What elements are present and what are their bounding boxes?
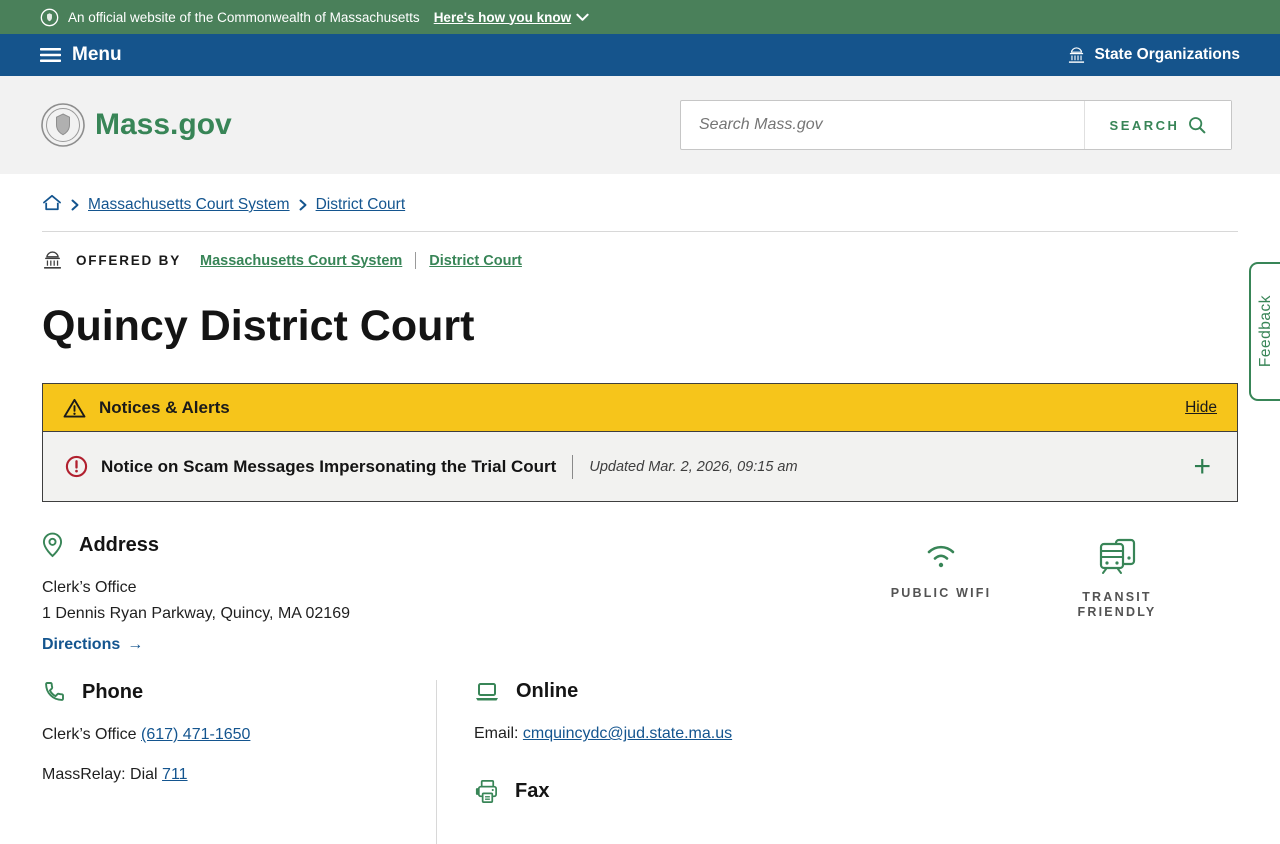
breadcrumb-divider xyxy=(42,231,1238,232)
phone-heading: Phone xyxy=(82,680,144,703)
statehouse-icon xyxy=(1067,46,1086,64)
feedback-label: Feedback xyxy=(1256,295,1274,368)
amenity-transit-friendly: TRANSIT FRIENDLY xyxy=(1052,538,1182,654)
main-navbar: Menu State Organizations xyxy=(0,34,1280,76)
state-organizations-label: State Organizations xyxy=(1094,46,1240,63)
massgov-seal-icon xyxy=(40,102,86,148)
transit-icon xyxy=(1096,538,1138,575)
menu-button[interactable]: Menu xyxy=(40,44,122,66)
official-banner: An official website of the Commonwealth … xyxy=(0,0,1280,34)
site-header: Mass.gov SEARCH xyxy=(0,76,1280,174)
statehouse-icon xyxy=(42,251,63,270)
chevron-down-icon xyxy=(576,13,589,22)
arrow-right-icon: → xyxy=(127,636,144,654)
amenity-label: PUBLIC WIFI xyxy=(890,586,992,601)
online-section: Online Email: cmquincydc@jud.state.ma.us xyxy=(474,680,1238,743)
address-street: 1 Dennis Ryan Parkway, Quincy, MA 02169 xyxy=(42,605,350,623)
home-icon xyxy=(42,194,62,211)
address-lines: Clerk’s Office 1 Dennis Ryan Parkway, Qu… xyxy=(42,575,350,627)
laptop-icon xyxy=(474,681,500,703)
expand-plus-icon[interactable]: + xyxy=(1193,451,1215,482)
official-banner-text: An official website of the Commonwealth … xyxy=(68,9,420,25)
massgov-logo[interactable]: Mass.gov xyxy=(40,102,232,148)
location-pin-icon xyxy=(42,532,63,558)
offered-by: OFFERED BY Massachusetts Court System Di… xyxy=(42,251,1238,270)
amenity-label: TRANSIT FRIENDLY xyxy=(1077,590,1157,620)
phone-icon xyxy=(42,680,66,704)
address-section: Address Clerk’s Office 1 Dennis Ryan Par… xyxy=(42,532,350,654)
heres-how-you-know-link[interactable]: Here's how you know xyxy=(434,10,590,25)
address-office: Clerk’s Office xyxy=(42,579,137,597)
notices-alerts-header: Notices & Alerts Hide xyxy=(43,384,1237,432)
vertical-divider xyxy=(415,252,417,269)
amenity-public-wifi: PUBLIC WIFI xyxy=(876,538,1006,654)
hamburger-icon xyxy=(40,47,61,63)
email-link[interactable]: cmquincydc@jud.state.ma.us xyxy=(523,725,732,742)
breadcrumb: Massachusetts Court System District Cour… xyxy=(42,194,1238,216)
wifi-icon xyxy=(919,538,963,570)
directions-link[interactable]: Directions → xyxy=(42,636,143,654)
notice-updated: Updated Mar. 2, 2026, 09:15 am xyxy=(572,454,798,479)
address-heading-row: Address xyxy=(42,532,350,558)
search-input[interactable] xyxy=(681,101,1084,149)
offered-by-label: OFFERED BY xyxy=(76,253,182,268)
notices-alerts-panel: Notices & Alerts Hide Notice on Scam Mes… xyxy=(42,383,1238,503)
chevron-right-icon xyxy=(299,199,307,211)
massrelay-label: MassRelay: Dial xyxy=(42,766,158,784)
address-heading: Address xyxy=(79,533,160,556)
notice-item[interactable]: Notice on Scam Messages Impersonating th… xyxy=(43,431,1237,502)
breadcrumb-link-court-system[interactable]: Massachusetts Court System xyxy=(88,196,290,214)
phone-heading-row: Phone xyxy=(42,680,436,704)
phone-section: Phone Clerk’s Office (617) 471-1650 Mass… xyxy=(42,680,437,844)
state-organizations-button[interactable]: State Organizations xyxy=(1067,46,1240,64)
alert-circle-icon xyxy=(65,455,88,478)
menu-label: Menu xyxy=(72,44,122,65)
breadcrumb-link-district-court[interactable]: District Court xyxy=(316,196,406,214)
warning-triangle-icon xyxy=(63,398,86,418)
address-row: Address Clerk’s Office 1 Dennis Ryan Par… xyxy=(42,532,1238,654)
massgov-logo-text: Mass.gov xyxy=(95,108,232,141)
email-label: Email: xyxy=(474,725,519,743)
notice-title: Notice on Scam Messages Impersonating th… xyxy=(101,456,557,476)
contact-grid: Phone Clerk’s Office (617) 471-1650 Mass… xyxy=(42,680,1238,844)
fax-heading-row: Fax xyxy=(474,779,1238,804)
online-heading-row: Online xyxy=(474,680,1238,703)
email-line: Email: cmquincydc@jud.state.ma.us xyxy=(474,725,1238,743)
fax-section: Fax xyxy=(474,779,1238,804)
offered-by-link-district-court[interactable]: District Court xyxy=(429,253,522,269)
chevron-right-icon xyxy=(71,199,79,211)
page-title: Quincy District Court xyxy=(42,302,475,350)
state-seal-icon xyxy=(40,8,59,27)
page-content: Massachusetts Court System District Cour… xyxy=(0,194,1280,844)
notices-alerts-title: Notices & Alerts xyxy=(99,397,230,417)
hide-link[interactable]: Hide xyxy=(1185,399,1217,417)
phone-office-line: Clerk’s Office (617) 471-1650 xyxy=(42,726,436,744)
search-button[interactable]: SEARCH xyxy=(1084,101,1231,149)
feedback-tab[interactable]: Feedback xyxy=(1249,262,1280,401)
search-icon xyxy=(1188,116,1206,134)
search-bar: SEARCH xyxy=(680,100,1232,150)
massrelay-number-link[interactable]: 711 xyxy=(162,766,188,783)
amenities: PUBLIC WIFI TRANSIT FRIENDLY xyxy=(876,532,1238,654)
breadcrumb-home-link[interactable] xyxy=(42,194,62,216)
online-heading: Online xyxy=(516,680,579,703)
online-column: Online Email: cmquincydc@jud.state.ma.us… xyxy=(437,680,1238,844)
fax-printer-icon xyxy=(474,779,499,804)
phone-office-number-link[interactable]: (617) 471-1650 xyxy=(141,726,250,743)
phone-office-label: Clerk’s Office xyxy=(42,726,137,744)
offered-by-link-court-system[interactable]: Massachusetts Court System xyxy=(200,253,402,269)
search-button-label: SEARCH xyxy=(1109,117,1180,133)
massrelay-line: MassRelay: Dial 711 xyxy=(42,766,436,784)
